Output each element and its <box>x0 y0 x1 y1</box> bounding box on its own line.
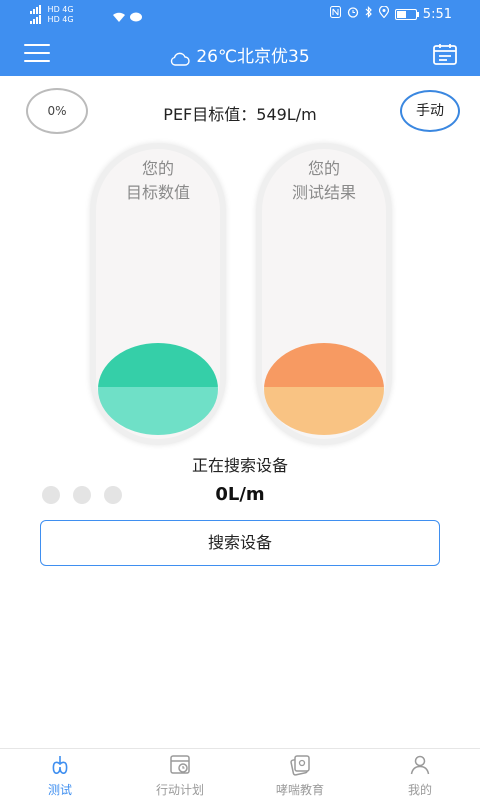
target-ball <box>98 343 218 435</box>
clock: 5:51 <box>422 6 452 22</box>
sim1-label: HD 4G <box>47 5 74 14</box>
target-value-tube: 您的 目标数值 <box>90 143 226 445</box>
target-tube-line1: 您的 <box>141 159 174 178</box>
weather-text: 26℃北京优35 <box>196 47 310 67</box>
result-tube-line1: 您的 <box>307 159 340 178</box>
calendar-icon[interactable] <box>432 42 458 66</box>
nav-item-education[interactable]: 哮喘教育 <box>240 749 360 801</box>
result-tube: 您的 测试结果 <box>256 143 392 445</box>
nav-label-mine: 我的 <box>407 783 432 797</box>
result-ball <box>264 343 384 435</box>
nav-item-mine[interactable]: 我的 <box>360 749 480 801</box>
device-status-text: 正在搜索设备 <box>191 456 288 475</box>
education-icon <box>290 755 310 776</box>
signal-indicators: HD 4G HD 4G <box>30 4 74 24</box>
app-header: 26℃北京优35 <box>0 30 480 76</box>
nfc-icon <box>329 6 341 22</box>
result-tube-label: 您的 测试结果 <box>256 157 392 205</box>
result-tube-line2: 测试结果 <box>291 183 356 202</box>
sim2-label: HD 4G <box>47 15 74 24</box>
plan-icon <box>170 755 190 774</box>
bottom-nav: 测试 行动计划 哮喘教育 我的 <box>0 748 480 801</box>
alarm-icon <box>347 6 359 22</box>
user-icon <box>410 755 430 775</box>
cloud-icon <box>171 52 190 66</box>
search-device-button[interactable]: 搜索设备 <box>40 520 440 566</box>
status-right: 5:51 <box>329 5 452 22</box>
location-icon <box>378 5 389 22</box>
nav-label-test: 测试 <box>47 783 72 797</box>
wifi-icon <box>112 8 126 27</box>
nav-item-plan[interactable]: 行动计划 <box>120 749 240 801</box>
manual-mode-button[interactable]: 手动 <box>400 90 460 132</box>
pef-reading: 0L/m <box>215 484 265 505</box>
nav-label-education: 哮喘教育 <box>275 783 324 797</box>
target-tube-label: 您的 目标数值 <box>90 157 226 205</box>
nav-item-test[interactable]: 测试 <box>0 749 120 801</box>
lungs-icon <box>52 756 68 774</box>
signal-icon <box>30 14 41 24</box>
nav-label-plan: 行动计划 <box>155 783 204 797</box>
target-tube-line2: 目标数值 <box>125 183 190 202</box>
bluetooth-icon <box>365 6 373 22</box>
weather-title: 26℃北京优35 <box>0 42 480 67</box>
message-icon <box>130 8 142 27</box>
status-bar: HD 4G HD 4G 5:51 <box>0 0 480 30</box>
battery-icon <box>394 8 419 20</box>
signal-icon <box>30 4 41 14</box>
